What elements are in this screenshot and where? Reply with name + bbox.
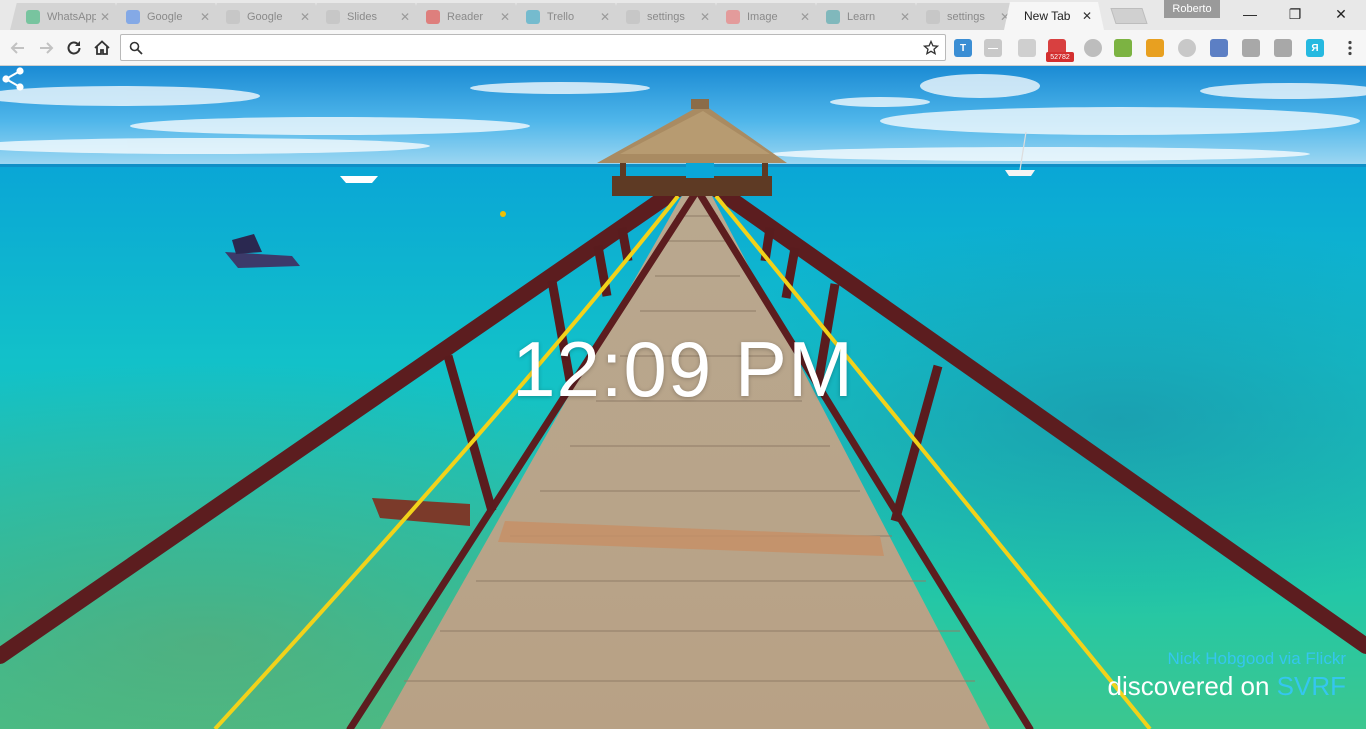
close-tab-icon[interactable]: ✕ (500, 10, 510, 24)
tab-favicon-icon (326, 9, 340, 24)
gray-dash-extension-icon[interactable]: — (984, 39, 1002, 57)
reload-button[interactable] (62, 36, 86, 60)
close-icon: ✕ (1335, 5, 1347, 22)
tab-8[interactable]: Image ✕ (710, 3, 822, 30)
minimize-icon: — (1243, 6, 1257, 22)
search-icon (129, 41, 143, 55)
back-button[interactable] (6, 36, 30, 60)
tab-title: Google (147, 10, 183, 23)
close-tab-icon[interactable]: ✕ (100, 10, 110, 24)
close-tab-icon[interactable]: ✕ (200, 10, 210, 24)
tab-6[interactable]: Trello ✕ (510, 3, 622, 30)
tab-new-tab[interactable]: New Tab ✕ (1004, 2, 1104, 30)
tab-favicon-icon (926, 9, 940, 24)
svrf-link[interactable]: SVRF (1277, 671, 1346, 701)
share-icon[interactable] (0, 66, 26, 92)
tab-title: Slides (347, 10, 377, 23)
tab-favicon-icon (126, 9, 140, 24)
tab-favicon-icon (226, 9, 240, 24)
tab-4[interactable]: Slides ✕ (310, 3, 422, 30)
tab-title: Google (247, 10, 283, 23)
discovered-label: discovered on (1107, 671, 1277, 701)
close-tab-icon[interactable]: ✕ (400, 10, 410, 24)
tab-7[interactable]: settings ✕ (610, 3, 722, 30)
android-extension-icon[interactable] (1114, 39, 1132, 57)
chrome-menu-button[interactable] (1338, 36, 1362, 60)
tab-favicon-icon (426, 9, 440, 24)
home-icon (94, 40, 110, 55)
browser-toolbar: T — Я 52782 (0, 30, 1366, 66)
discovered-on-line: discovered on SVRF (1108, 671, 1346, 702)
tab-title: settings (647, 10, 685, 23)
kebab-menu-icon (1348, 40, 1352, 56)
new-tab-background: 12:09 PM Nick Hobgood via Flickr discove… (0, 66, 1366, 729)
tab-3[interactable]: Google ✕ (210, 3, 322, 30)
tab-title: Trello (547, 10, 575, 23)
extension-badge: 52782 (1046, 52, 1074, 62)
tab-9[interactable]: Learn ✕ (810, 3, 922, 30)
tab-5[interactable]: Reader ✕ (410, 3, 522, 30)
reload-icon (67, 41, 81, 55)
restore-button[interactable]: ❐ (1272, 0, 1318, 28)
close-tab-icon[interactable]: ✕ (600, 10, 610, 24)
close-tab-icon[interactable]: ✕ (800, 10, 810, 24)
restore-icon: ❐ (1288, 5, 1302, 22)
profile-name[interactable]: Roberto (1164, 0, 1220, 18)
close-window-button[interactable]: ✕ (1318, 0, 1364, 28)
boat-left (340, 176, 378, 183)
photographer-link[interactable]: Nick Hobgood via Flickr (1108, 649, 1346, 669)
chrome-extension-icon[interactable] (1146, 39, 1164, 57)
new-tab-button[interactable] (1110, 8, 1148, 24)
home-button[interactable] (90, 36, 114, 60)
cyan-extension-icon[interactable]: Я (1306, 39, 1324, 57)
forward-button[interactable] (34, 36, 58, 60)
tab-favicon-icon (526, 9, 540, 24)
blue-square-extension-icon[interactable] (1210, 39, 1228, 57)
tab-title: WhatsApp (47, 10, 96, 23)
back-arrow-icon (10, 42, 24, 54)
tab-favicon-icon (26, 9, 40, 24)
close-tab-icon[interactable]: ✕ (700, 10, 710, 24)
gear-extension-icon[interactable] (1084, 39, 1102, 57)
photo-credit: Nick Hobgood via Flickr discovered on SV… (1108, 649, 1346, 702)
omnibox[interactable] (120, 34, 946, 61)
tab-strip: WhatsApp ✕ Google ✕ Google ✕ Slides ✕ Reader ✕ Tre… (0, 0, 1366, 30)
mic-extension-icon[interactable] (1274, 39, 1292, 57)
tab-favicon-icon (726, 9, 740, 24)
forward-arrow-icon (40, 42, 54, 54)
shield-extension-icon[interactable] (1018, 39, 1036, 57)
circle-extension-icon[interactable] (1178, 39, 1196, 57)
tab-favicon-icon (626, 9, 640, 24)
feather-extension-icon[interactable] (1242, 39, 1260, 57)
bookmark-star-icon[interactable] (923, 40, 939, 56)
tab-title: Reader (447, 10, 484, 23)
close-tab-icon[interactable]: ✕ (900, 10, 910, 24)
address-input[interactable] (149, 38, 909, 57)
tab-title: New Tab (1024, 9, 1071, 23)
clock: 12:09 PM (512, 325, 854, 413)
tab-title: settings (947, 10, 985, 23)
close-tab-icon[interactable]: ✕ (300, 10, 310, 24)
tab-2[interactable]: Google ✕ (110, 3, 222, 30)
blue-t-extension-icon[interactable]: T (954, 39, 972, 57)
minimize-button[interactable]: — (1227, 0, 1273, 28)
tab-title: Learn (847, 10, 876, 23)
tab-1[interactable]: WhatsApp ✕ (10, 3, 122, 30)
tab-title: Image (747, 10, 778, 23)
tab-favicon-icon (826, 9, 840, 24)
close-tab-icon[interactable]: ✕ (1082, 9, 1092, 23)
